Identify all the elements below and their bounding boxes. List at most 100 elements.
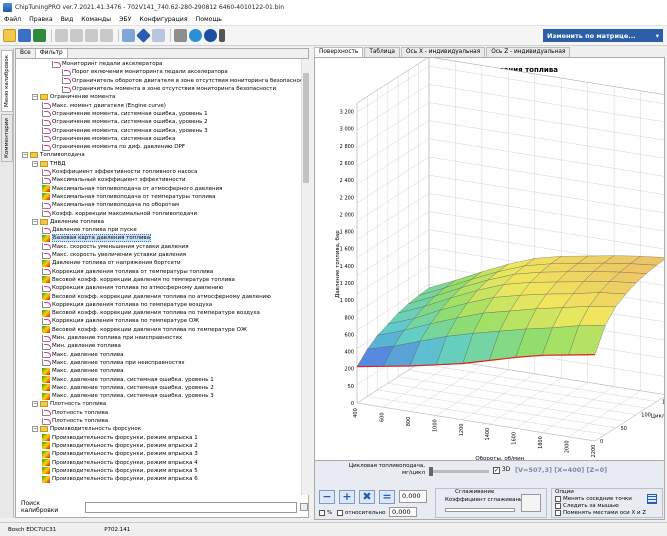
save-as-icon[interactable] bbox=[33, 29, 46, 42]
expand-toggle-icon[interactable]: − bbox=[32, 218, 38, 225]
opt-swap-axes-checkbox[interactable] bbox=[555, 510, 561, 516]
tree-node[interactable]: Производительность форсунки, режим впрыс… bbox=[42, 434, 198, 442]
tree-node[interactable]: Давление топлива от напряжения бортсети bbox=[42, 259, 181, 267]
compare-icon[interactable] bbox=[100, 29, 113, 42]
tree-node[interactable]: Макс. давление топлива, системная ошибка… bbox=[42, 375, 214, 384]
search-input[interactable] bbox=[84, 501, 298, 513]
tree-node[interactable]: Давление топлива при пуске bbox=[42, 226, 137, 234]
arrow-icon[interactable] bbox=[152, 29, 165, 42]
tree-node[interactable]: Мониторинг педали акселератора bbox=[52, 60, 162, 68]
navigate-icon[interactable] bbox=[136, 28, 151, 43]
tree-node[interactable]: Весовой коэфф. коррекции давления по тем… bbox=[42, 276, 235, 284]
opt-follow-mouse-checkbox[interactable] bbox=[555, 503, 561, 509]
tree-node[interactable]: Ограничитель оборотов двигателя в зоне о… bbox=[62, 77, 301, 85]
checksum-icon[interactable] bbox=[122, 29, 135, 42]
tree-node[interactable]: Производительность форсунки, режим впрыс… bbox=[42, 475, 198, 483]
tree-node[interactable]: − Производительность форсунок bbox=[32, 425, 141, 433]
tree-node[interactable]: Весовой коэфф. коррекции давления топлив… bbox=[42, 292, 271, 301]
menu-file[interactable]: Файл bbox=[0, 16, 25, 23]
surface-chart[interactable]: Базовая карта давления топлива Давление … bbox=[314, 57, 665, 507]
tree-node[interactable]: Весовой коэфф. коррекции давления топлив… bbox=[42, 326, 247, 334]
tree-node[interactable]: Максимальный коэффициент эффективности bbox=[42, 176, 185, 184]
tab-comments[interactable]: Комментарии bbox=[1, 114, 13, 162]
tree-node[interactable]: Производительность форсунки, режим впрыс… bbox=[42, 467, 198, 475]
menu-ecu[interactable]: ЭБУ bbox=[115, 16, 135, 23]
tree-node[interactable]: Порог включения мониторинга педали аксел… bbox=[62, 68, 228, 76]
tree-node[interactable]: Макс. давление топлива при неисправностя… bbox=[42, 359, 185, 367]
tab-all[interactable]: Все bbox=[16, 49, 36, 58]
tree-node[interactable]: Макс. давление топлива bbox=[42, 367, 123, 375]
tree-node[interactable]: Макс. давление топлива bbox=[42, 351, 123, 359]
relative-input[interactable]: 0,000 bbox=[389, 507, 417, 517]
config-icon[interactable] bbox=[219, 29, 225, 42]
tab-surface[interactable]: Поверхность bbox=[314, 47, 364, 57]
tree-node[interactable]: Макс. давление топлива, системная ошибка… bbox=[42, 392, 214, 400]
read-ecu-icon[interactable] bbox=[55, 29, 68, 42]
value-input[interactable]: 0,000 bbox=[399, 490, 427, 503]
fuel-slider[interactable] bbox=[429, 467, 489, 476]
expand-toggle-icon[interactable]: − bbox=[32, 94, 38, 101]
tree-node[interactable]: Коррекция давления топлива по температур… bbox=[42, 317, 199, 325]
tree-node[interactable]: Максимальная топливоподача по оборотам bbox=[42, 201, 179, 209]
tree-node[interactable]: Плотность топлива bbox=[42, 409, 108, 417]
tree-node[interactable]: Производительность форсунки, режим впрыс… bbox=[42, 442, 198, 450]
help-icon[interactable] bbox=[204, 29, 217, 42]
tree-node[interactable]: − Топливоподача bbox=[22, 151, 85, 159]
copy-icon[interactable] bbox=[70, 29, 83, 42]
tree-node[interactable]: Мин. давление топлива bbox=[42, 342, 121, 350]
tree-node[interactable]: Макс. момент двигателя (Engine curve) bbox=[42, 102, 166, 110]
surface-plot[interactable]: 0 50 200 400 600 800 1 000 1 200 1 400 1 600 1 800… bbox=[315, 58, 664, 506]
save-icon[interactable] bbox=[18, 29, 31, 42]
tree-node[interactable]: Ограничение момента, системная ошибка, у… bbox=[42, 118, 208, 126]
menu-view[interactable]: Вид bbox=[57, 16, 78, 23]
change-by-matrix-button[interactable]: Изменить по матрице... ▾ bbox=[543, 29, 663, 42]
tree-scrollbar[interactable] bbox=[301, 59, 309, 495]
increase-button[interactable]: + bbox=[339, 490, 355, 504]
tree-node[interactable]: Ограничение момента по диф. давлению DPF bbox=[42, 143, 185, 151]
menu-commands[interactable]: Команды bbox=[77, 16, 115, 23]
tree-node[interactable]: Производительность форсунки, режим впрыс… bbox=[42, 450, 198, 458]
tree-node[interactable]: Мин. давление топлива при неисправностях bbox=[42, 334, 182, 342]
clear-button[interactable]: ✖ bbox=[359, 490, 375, 504]
smoothing-slider[interactable] bbox=[445, 508, 515, 512]
tree-node[interactable]: Базовая карта давления топлива bbox=[42, 234, 152, 243]
tree-node[interactable]: Коррекция давления топлива по атмосферно… bbox=[42, 284, 223, 292]
expand-toggle-icon[interactable]: − bbox=[22, 152, 28, 159]
menu-edit[interactable]: Правка bbox=[25, 16, 57, 23]
tree-node[interactable]: Ограничение момента, системная ошибка, у… bbox=[42, 126, 208, 135]
open-folder-icon[interactable] bbox=[3, 29, 16, 42]
tree-node[interactable]: Весовой коэфф. коррекции давления топлив… bbox=[42, 309, 260, 317]
grid-icon[interactable] bbox=[647, 494, 657, 504]
opt-neighbours-checkbox[interactable] bbox=[555, 496, 561, 502]
menu-config[interactable]: Конфигурация bbox=[135, 16, 191, 23]
tree-node[interactable]: Макс. скорость уменьшения уставки давлен… bbox=[42, 243, 189, 251]
tab-table[interactable]: Таблица bbox=[364, 47, 400, 57]
tree-node[interactable]: Максимальная топливоподача от температур… bbox=[42, 193, 216, 201]
calibration-tree[interactable]: Мониторинг педали акселератора Порог вклю… bbox=[16, 59, 301, 495]
tree-node[interactable]: Макс. скорость увеличения уставки давлен… bbox=[42, 251, 186, 259]
3d-checkbox[interactable]: ✓ bbox=[493, 467, 500, 474]
expand-toggle-icon[interactable]: − bbox=[32, 426, 38, 433]
tree-node[interactable]: Коэффициент эффективности топливного нас… bbox=[42, 168, 197, 176]
fuel-slider-knob[interactable] bbox=[429, 467, 433, 476]
paste-icon[interactable] bbox=[85, 29, 98, 42]
tree-node[interactable]: − Давление топлива bbox=[32, 218, 104, 226]
tree-node[interactable]: − Ограничение момента bbox=[32, 93, 115, 101]
expand-toggle-icon[interactable]: − bbox=[32, 160, 38, 167]
set-value-button[interactable]: = bbox=[379, 490, 395, 504]
tree-node[interactable]: Коррекция давления топлива по температур… bbox=[42, 301, 212, 309]
tree-node[interactable]: Ограничение момента, системная ошибка, у… bbox=[42, 110, 208, 118]
tab-calibrations-menu[interactable]: Меню калибровок bbox=[1, 50, 13, 112]
search-icon[interactable] bbox=[300, 503, 308, 511]
tree-node[interactable]: Коэфф. коррекции максимальной топливопод… bbox=[42, 209, 197, 218]
tree-node[interactable]: − ТНВД bbox=[32, 160, 66, 168]
decrease-button[interactable]: − bbox=[319, 490, 335, 504]
tree-node[interactable]: Ограничитель момента в зоне отсутствия м… bbox=[62, 85, 276, 93]
menu-help[interactable]: Помощь bbox=[192, 16, 226, 23]
relative-checkbox[interactable] bbox=[337, 510, 343, 516]
world-icon[interactable] bbox=[189, 29, 202, 42]
scrollbar-thumb[interactable] bbox=[303, 73, 309, 183]
tab-axis-z[interactable]: Ось Z - индивидуальная bbox=[486, 47, 571, 57]
tools-icon[interactable] bbox=[174, 29, 187, 42]
tree-node[interactable]: Плотность топлива bbox=[42, 417, 108, 425]
